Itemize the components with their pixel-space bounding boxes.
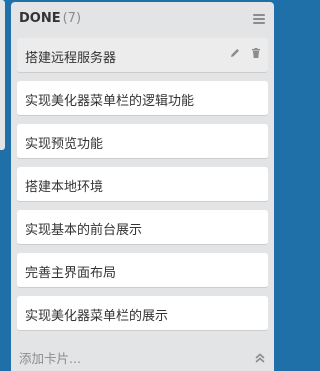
card[interactable]: 实现美化器菜单栏的逻辑功能: [17, 81, 268, 116]
list-title-text: DONE: [19, 11, 61, 26]
list-card-count: (7): [62, 11, 82, 26]
list-footer: 添加卡片...: [11, 339, 274, 371]
card-title: 搭建本地环境: [25, 180, 104, 195]
done-list: DONE (7) 搭建远程服务器 实现美化器菜单栏的逻辑功能 实现预览功能 搭建本: [11, 2, 274, 371]
card-title: 实现美化器菜单栏的展示: [25, 309, 169, 324]
list-header: DONE (7): [11, 2, 274, 36]
card[interactable]: 实现预览功能: [17, 124, 268, 159]
card-title: 实现预览功能: [25, 137, 104, 152]
card[interactable]: 实现基本的前台展示: [17, 210, 268, 245]
list-title[interactable]: DONE (7): [19, 11, 81, 26]
card[interactable]: 完善主界面布局: [17, 253, 268, 288]
trash-icon[interactable]: [250, 44, 262, 58]
card-title: 搭建远程服务器: [25, 51, 117, 66]
card-title: 完善主界面布局: [25, 266, 117, 281]
card-tools: [225, 44, 262, 63]
card-title: 实现基本的前台展示: [25, 223, 143, 238]
list-menu-icon[interactable]: [253, 14, 265, 24]
double-chevron-up-icon[interactable]: [254, 349, 266, 363]
add-card-link[interactable]: 添加卡片...: [19, 348, 81, 367]
card-container: 搭建远程服务器 实现美化器菜单栏的逻辑功能 实现预览功能 搭建本地环境 实现基本…: [17, 38, 268, 339]
card[interactable]: 实现美化器菜单栏的展示: [17, 296, 268, 331]
card-title: 实现美化器菜单栏的逻辑功能: [25, 94, 195, 109]
adjacent-list-edge: [0, 0, 5, 150]
card[interactable]: 搭建远程服务器: [17, 38, 268, 73]
card[interactable]: 搭建本地环境: [17, 167, 268, 202]
pencil-edit-icon[interactable]: [229, 44, 241, 57]
